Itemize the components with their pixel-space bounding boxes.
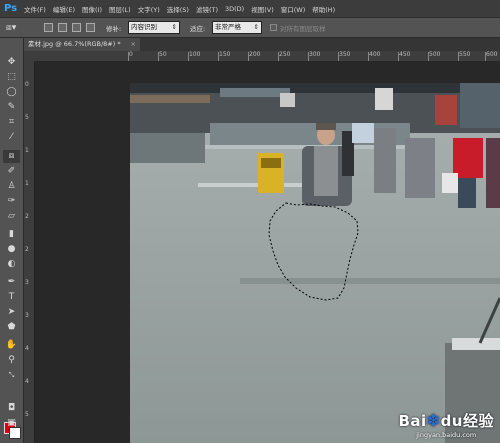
patch-tool-icon[interactable]: ⧈: [3, 150, 20, 163]
quick-mask-icon[interactable]: ◘: [3, 402, 20, 415]
ruler-tick: 550: [457, 51, 471, 61]
menu-type[interactable]: 文字(Y): [138, 4, 160, 14]
menu-file[interactable]: 文件(F): [24, 4, 46, 14]
menu-select[interactable]: 选择(S): [167, 4, 189, 14]
hand-tool-icon[interactable]: ✋: [3, 339, 20, 352]
menu-3d[interactable]: 3D(D): [225, 5, 244, 13]
ruler-tick: 0: [128, 51, 133, 61]
ruler-tick: 150: [217, 51, 231, 61]
shape-tool-icon[interactable]: ⬟: [3, 321, 20, 334]
screen-mode-icon[interactable]: ▣: [3, 417, 20, 430]
ruler-tick: 3: [25, 279, 29, 286]
close-icon[interactable]: ×: [131, 38, 136, 51]
gradient-tool-icon[interactable]: ▮: [3, 228, 20, 241]
default-colors-icon[interactable]: ⤡: [3, 369, 20, 382]
photoshop-logo-icon: Ps: [3, 3, 18, 14]
ruler-tick: 4: [25, 345, 29, 352]
baidu-watermark: Bai✽du经验 jingyan.baidu.com: [398, 410, 494, 439]
menu-bar: Ps 文件(F) 编辑(E) 图像(I) 图层(L) 文字(Y) 选择(S) 滤…: [0, 0, 500, 17]
add-selection-icon[interactable]: [58, 23, 67, 32]
ruler-tick: 2: [25, 213, 29, 220]
new-selection-icon[interactable]: [44, 23, 53, 32]
ruler-tick: 350: [337, 51, 351, 61]
dodge-tool-icon[interactable]: ◐: [3, 258, 20, 271]
document-tab[interactable]: 素材.jpg @ 66.7%(RGB/8#) * ×: [24, 38, 140, 51]
patch-mode-value: 内容识别: [131, 23, 157, 31]
history-brush-tool-icon[interactable]: ✑: [3, 195, 20, 208]
watermark-url: jingyan.baidu.com: [416, 431, 477, 439]
options-bar: ⧈▾ 修补: 内容识别 ⇕ 适应: 非常严格 ⇕ 对所有图层取样: [0, 17, 500, 38]
chevron-down-icon: ⇕: [253, 23, 259, 31]
path-selection-tool-icon[interactable]: ➤: [3, 306, 20, 319]
baidu-logo: Bai✽du经验: [398, 411, 494, 430]
ruler-tick: 600: [484, 51, 498, 61]
ruler-tick: 0: [25, 81, 29, 88]
menu-filter[interactable]: 滤镜(T): [196, 4, 218, 14]
adaptation-label: 适应:: [190, 25, 206, 33]
menu-view[interactable]: 视图(V): [251, 4, 274, 14]
ruler-tick: 2: [25, 246, 29, 253]
document-canvas[interactable]: Bai✽du经验 jingyan.baidu.com: [130, 83, 500, 443]
intersect-selection-icon[interactable]: [86, 23, 95, 32]
ruler-tick: 50: [158, 51, 167, 61]
type-tool-icon[interactable]: T: [3, 291, 20, 304]
menu-layer[interactable]: 图层(L): [109, 4, 131, 14]
ruler-tick: 200: [247, 51, 261, 61]
zoom-tool-icon[interactable]: ⚲: [3, 354, 20, 367]
brush-tool-icon[interactable]: ✐: [3, 165, 20, 178]
lasso-tool-icon[interactable]: ◯: [3, 86, 20, 99]
adaptation-value: 非常严格: [215, 23, 241, 31]
sample-all-layers-checkbox[interactable]: [270, 24, 277, 31]
pen-tool-icon[interactable]: ✒: [3, 276, 20, 289]
patch-mode-select[interactable]: 内容识别 ⇕: [128, 21, 180, 34]
menu-window[interactable]: 窗口(W): [281, 4, 306, 14]
ruler-tick: 5: [25, 114, 29, 121]
ruler-tick: 3: [25, 312, 29, 319]
ruler-tick: 300: [307, 51, 321, 61]
photo-image: [130, 83, 500, 443]
blur-tool-icon[interactable]: ●: [3, 243, 20, 256]
ruler-tick: 500: [427, 51, 441, 61]
clone-stamp-tool-icon[interactable]: ♙: [3, 180, 20, 193]
ruler-tick: 100: [187, 51, 201, 61]
ruler-tick: 450: [397, 51, 411, 61]
ruler-tick: 400: [367, 51, 381, 61]
marquee-tool-icon[interactable]: ⬚: [3, 71, 20, 84]
menu-image[interactable]: 图像(I): [82, 4, 102, 14]
ruler-tick: 4: [25, 378, 29, 385]
menu-help[interactable]: 帮助(H): [312, 4, 335, 14]
ruler-tick: 1: [25, 180, 29, 187]
menu-items: 文件(F) 编辑(E) 图像(I) 图层(L) 文字(Y) 选择(S) 滤镜(T…: [24, 0, 342, 17]
tools-panel: ✥ ⬚ ◯ ✎ ⌗ ⁄ ⧈ ✐ ♙ ✑ ▱ ▮ ● ◐ ✒ T ➤ ⬟ ✋ ⚲ …: [0, 38, 24, 443]
chevron-down-icon: ⇕: [171, 23, 177, 31]
move-tool-icon[interactable]: ✥: [3, 56, 20, 69]
adaptation-select[interactable]: 非常严格 ⇕: [212, 21, 262, 34]
ruler-tick: 1: [25, 147, 29, 154]
quick-selection-tool-icon[interactable]: ✎: [3, 101, 20, 114]
vertical-ruler: 0 5 1 1 2 2 3 3 4 4 5: [24, 61, 35, 443]
subtract-selection-icon[interactable]: [72, 23, 81, 32]
patch-tool-preset-icon[interactable]: ⧈▾: [6, 22, 26, 34]
crop-tool-icon[interactable]: ⌗: [3, 116, 20, 129]
paw-icon: ✽: [426, 411, 441, 430]
patch-label: 修补:: [106, 25, 122, 33]
document-title: 素材.jpg @ 66.7%(RGB/8#) *: [28, 40, 121, 48]
menu-edit[interactable]: 编辑(E): [53, 4, 75, 14]
ruler-tick: 5: [25, 411, 29, 418]
sample-all-layers-label: 对所有图层取样: [280, 25, 326, 33]
eyedropper-tool-icon[interactable]: ⁄: [3, 131, 20, 144]
ruler-tick: 250: [277, 51, 291, 61]
tab-strip: [140, 38, 500, 51]
eraser-tool-icon[interactable]: ▱: [3, 210, 20, 223]
